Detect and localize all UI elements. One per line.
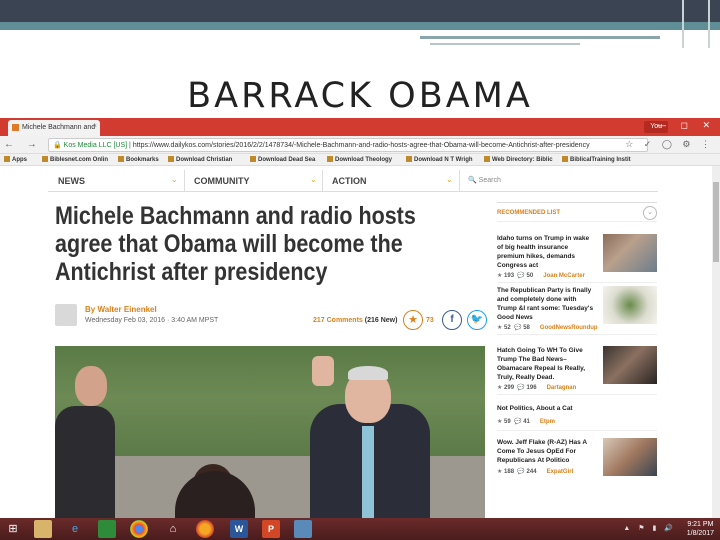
bookmark-icon	[42, 156, 48, 162]
slide-header-bar	[0, 0, 720, 22]
tab-title: Michele Bachmann and	[22, 124, 96, 131]
scrollbar-thumb[interactable]	[713, 182, 719, 262]
page-icon	[484, 156, 490, 162]
shield-icon	[327, 156, 333, 162]
slide-accent-bar	[0, 22, 720, 30]
author-avatar	[55, 304, 77, 326]
photos-icon[interactable]	[294, 520, 312, 538]
window-controls[interactable]: — ◻ ✕	[657, 120, 716, 131]
recommend-star-icon[interactable]: ★	[403, 310, 423, 330]
security-label: Kos Media LLC [US]	[63, 142, 128, 149]
rec-title[interactable]: Hatch Going To WH To Give Trump The Bad …	[497, 346, 595, 382]
word-icon[interactable]: W	[230, 520, 248, 538]
rec-title[interactable]: The Republican Party is finally and comp…	[497, 286, 595, 322]
nav-community[interactable]: COMMUNITY	[194, 176, 250, 186]
nav-action[interactable]: ACTION	[332, 176, 367, 186]
comments-link[interactable]: 217 Comments (216 New)	[313, 317, 397, 324]
store-icon[interactable]	[98, 520, 116, 538]
bookmark-item[interactable]: Bookmarks	[118, 156, 159, 163]
browser-screenshot: Michele Bachmann and × You — ◻ ✕ ← → C 🔒…	[0, 118, 720, 540]
recommended-list-title: RECOMMENDED LIST	[497, 210, 560, 216]
chevron-down-icon[interactable]: ⌄	[643, 206, 657, 220]
slide-title: BARRACK OBAMA	[187, 76, 533, 116]
clock[interactable]: 9:21 PM 1/8/2017	[687, 520, 714, 538]
bookmark-item[interactable]: Download Christian	[168, 156, 232, 163]
lock-icon: 🔒	[53, 142, 62, 149]
bookmark-icon	[562, 156, 568, 162]
url-text: https://www.dailykos.com/stories/2016/2/…	[132, 142, 590, 149]
nav-news[interactable]: NEWS	[58, 176, 85, 186]
windows-start-icon[interactable]: ⊞	[4, 520, 22, 538]
article-date: Wednesday Feb 03, 2016 · 3:40 AM MPST	[85, 317, 219, 324]
shield-icon	[406, 156, 412, 162]
facebook-share-icon[interactable]: f	[442, 310, 462, 330]
bookmark-item[interactable]: Download N T Wrigh	[406, 156, 473, 163]
shield-icon	[168, 156, 174, 162]
bookmarks-bar: Apps Biblesnet.com Onlin Bookmarks Downl…	[0, 154, 720, 166]
scrollbar[interactable]	[712, 166, 720, 518]
shield-icon	[250, 156, 256, 162]
author-link[interactable]: By Walter Einenkel	[85, 305, 157, 314]
chrome-icon[interactable]	[130, 520, 148, 538]
tab-bar: Michele Bachmann and × You — ◻ ✕	[0, 118, 720, 136]
rec-title[interactable]: Idaho turns on Trump in wake of big heal…	[497, 234, 595, 270]
site-navigation: NEWS ⌄ COMMUNITY ⌄ ACTION ⌄ 🔍 Search	[48, 170, 658, 192]
file-explorer-icon[interactable]	[34, 520, 52, 538]
rec-meta: ★ 59 💬 41 Etpm	[497, 419, 555, 425]
slide-decoration	[420, 32, 720, 48]
favicon-icon	[12, 124, 19, 131]
rec-thumbnail[interactable]	[603, 234, 657, 272]
rec-title[interactable]: Wow. Jeff Flake (R-AZ) Has A Come To Jes…	[497, 438, 595, 465]
url-input[interactable]: 🔒 Kos Media LLC [US] | https://www.daily…	[48, 138, 648, 152]
article-headline: Michele Bachmann and radio hosts agree t…	[55, 202, 416, 286]
bookmark-item[interactable]: Download Dead Sea	[250, 156, 315, 163]
web-page: NEWS ⌄ COMMUNITY ⌄ ACTION ⌄ 🔍 Search Mic…	[0, 166, 712, 518]
twitter-share-icon[interactable]: 🐦	[467, 310, 487, 330]
rec-title[interactable]: Not Politics, About a Cat	[497, 404, 595, 413]
bookmark-item[interactable]: Biblesnet.com Onlin	[42, 156, 108, 163]
rec-meta: ★ 188 💬 244 ExpatGirl	[497, 469, 574, 475]
bookmark-item[interactable]: Download Theology	[327, 156, 392, 163]
search-icon: 🔍	[468, 177, 479, 184]
search-input[interactable]: 🔍 Search	[468, 176, 501, 184]
recommend-count: 73	[426, 317, 434, 324]
internet-explorer-icon[interactable]: e	[66, 520, 84, 538]
firefox-icon[interactable]	[196, 520, 214, 538]
rec-meta: ★ 193 💬 50 Joan McCarter	[497, 273, 585, 279]
windows-taskbar: ⊞ e ⌂ W P ▲ ⚑ ▮ 🔊 9:21 PM 1/8/2017	[0, 518, 720, 540]
recommended-list-header: RECOMMENDED LIST ⌄	[497, 202, 657, 222]
extension-icons[interactable]: ☆ ✓ ◯ ⚙ ⋮	[625, 139, 714, 150]
browser-tab[interactable]: Michele Bachmann and ×	[8, 120, 100, 136]
bookmark-item[interactable]: BiblicalTraining Instit	[562, 156, 631, 163]
bookmark-item[interactable]: Apps	[4, 156, 27, 163]
apps-icon	[4, 156, 10, 162]
article-byline: By Walter Einenkel Wednesday Feb 03, 201…	[55, 302, 487, 332]
article-photo	[55, 346, 485, 518]
chevron-down-icon: ⌄	[171, 175, 178, 184]
rec-thumbnail[interactable]	[603, 438, 657, 476]
rec-meta: ★ 52 💬 58 GoodNewsRoundup	[497, 325, 598, 331]
bookmark-item[interactable]: Web Directory: Biblic	[484, 156, 553, 163]
rec-meta: ★ 299 💬 196 Dartagnan	[497, 385, 577, 391]
rec-thumbnail[interactable]	[603, 286, 657, 324]
powerpoint-icon[interactable]: P	[262, 520, 280, 538]
home-icon[interactable]: ⌂	[164, 520, 182, 538]
rec-thumbnail[interactable]	[603, 346, 657, 384]
star-icon	[118, 156, 124, 162]
slide-corner-box	[682, 0, 710, 48]
system-tray[interactable]: ▲ ⚑ ▮ 🔊	[623, 524, 676, 532]
chevron-down-icon: ⌄	[310, 175, 317, 184]
chevron-down-icon: ⌄	[446, 175, 453, 184]
tab-close-icon[interactable]: ×	[93, 123, 97, 130]
address-bar-row: ← → C 🔒 Kos Media LLC [US] | https://www…	[0, 136, 720, 154]
